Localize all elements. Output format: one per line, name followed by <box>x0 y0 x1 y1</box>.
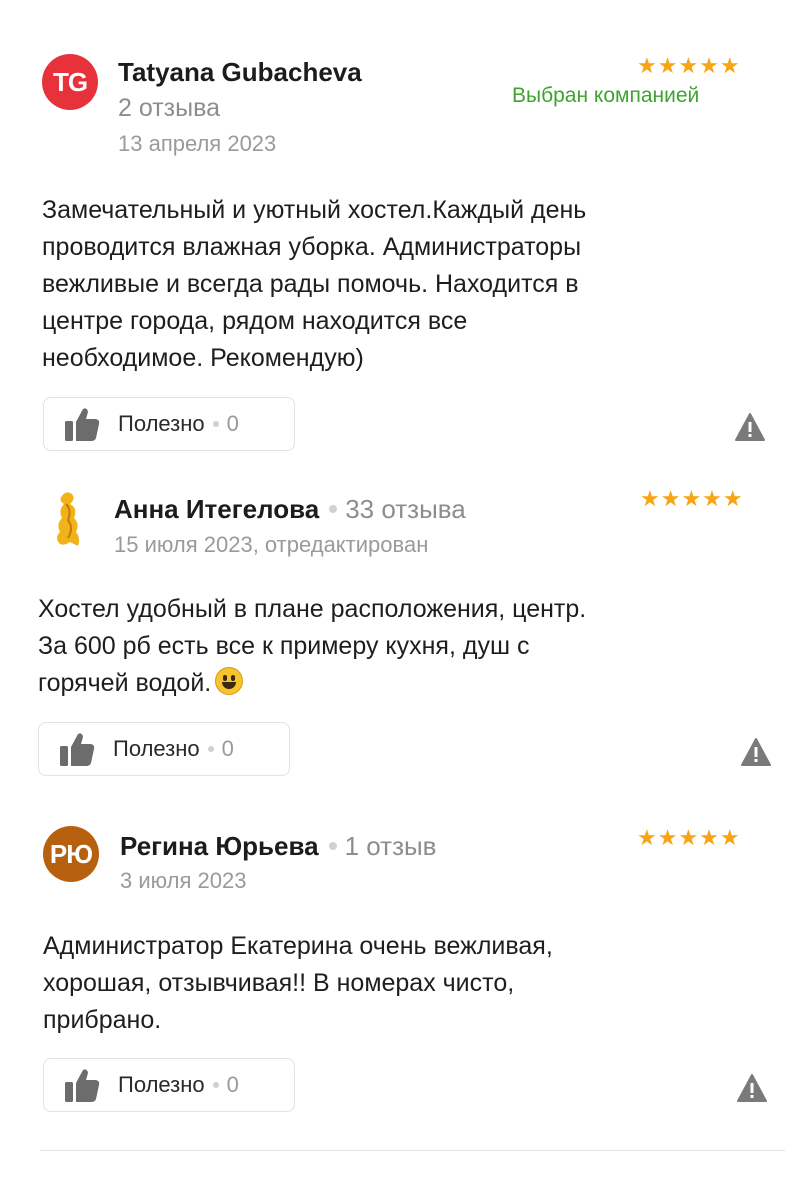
rating-stars: ★★★★★ <box>637 825 741 850</box>
author-reviews-count: 1 отзыв <box>344 831 437 861</box>
rating-stars: ★★★★★ <box>637 53 741 78</box>
company-choice-badge: Выбран компанией <box>512 84 700 107</box>
review-text-line: Хостел удобный в плане расположения, цен… <box>38 595 587 623</box>
review-text-line: хорошая, отзывчивая!! В номерах чисто, <box>43 969 515 997</box>
review-text-line: горячей водой. <box>38 665 758 702</box>
review-date: 13 апреля 2023 <box>118 131 277 156</box>
author-name[interactable]: Tatyana Gubacheva <box>118 57 362 88</box>
helpful-count: 0 <box>221 736 234 761</box>
separator-dot <box>212 1082 219 1088</box>
helpful-count: 0 <box>226 411 239 436</box>
helpful-button[interactable]: Полезно 0 <box>38 722 290 776</box>
author-reviews-count: 2 отзыва <box>118 94 220 122</box>
separator-dot <box>328 842 337 851</box>
thumbs-up-icon <box>60 733 95 766</box>
author-name-row[interactable]: Регина Юрьева 1 отзыв <box>120 831 437 862</box>
review-text: Хостел удобный в плане расположения, цен… <box>38 591 758 702</box>
author-name-row[interactable]: Анна Итегелова 33 отзыва <box>114 494 466 525</box>
separator-dot <box>212 421 219 427</box>
review-text-line: проводится влажная уборка. Администратор… <box>42 233 582 261</box>
thumbs-up-icon <box>65 408 100 441</box>
warning-icon[interactable] <box>740 737 772 767</box>
list-divider <box>40 1150 785 1151</box>
review-text-line: вежливые и всегда рады помочь. Находится… <box>42 270 579 298</box>
author-name[interactable]: Анна Итегелова <box>114 494 319 524</box>
author-reviews-count: 33 отзыва <box>345 494 466 524</box>
separator-dot <box>207 746 214 752</box>
review-text-line: необходимое. Рекомендую) <box>42 344 364 372</box>
grinning-face-emoji-icon <box>215 667 244 696</box>
avatar[interactable]: РЮ <box>43 826 99 882</box>
review-text: Администратор Екатерина очень вежливая, … <box>43 928 763 1039</box>
review-text-line: прибрано. <box>43 1006 162 1034</box>
avatar[interactable]: TG <box>42 54 98 110</box>
helpful-label: Полезно <box>113 736 200 761</box>
helpful-label: Полезно <box>118 1072 205 1097</box>
review-text-fragment: горячей водой. <box>38 669 212 697</box>
golden-figure-avatar-icon[interactable] <box>48 490 88 550</box>
review-text-line: За 600 рб есть все к примеру кухня, душ … <box>38 632 530 660</box>
helpful-label: Полезно <box>118 411 205 436</box>
review-text-line: Замечательный и уютный хостел.Каждый ден… <box>42 196 587 224</box>
helpful-button[interactable]: Полезно 0 <box>43 1058 295 1112</box>
review-date: 3 июля 2023 <box>120 868 247 893</box>
review-text-line: центре города, рядом находится все <box>42 307 468 335</box>
warning-icon[interactable] <box>734 412 766 442</box>
warning-icon[interactable] <box>736 1073 768 1103</box>
helpful-button[interactable]: Полезно 0 <box>43 397 295 451</box>
helpful-count: 0 <box>226 1072 239 1097</box>
thumbs-up-icon <box>65 1069 100 1102</box>
review-text: Замечательный и уютный хостел.Каждый ден… <box>42 192 762 377</box>
review-date: 15 июля 2023, отредактирован <box>114 532 429 557</box>
rating-stars: ★★★★★ <box>640 486 744 511</box>
author-name[interactable]: Регина Юрьева <box>120 831 319 861</box>
separator-dot <box>329 505 338 514</box>
review-text-line: Администратор Екатерина очень вежливая, <box>43 932 553 960</box>
